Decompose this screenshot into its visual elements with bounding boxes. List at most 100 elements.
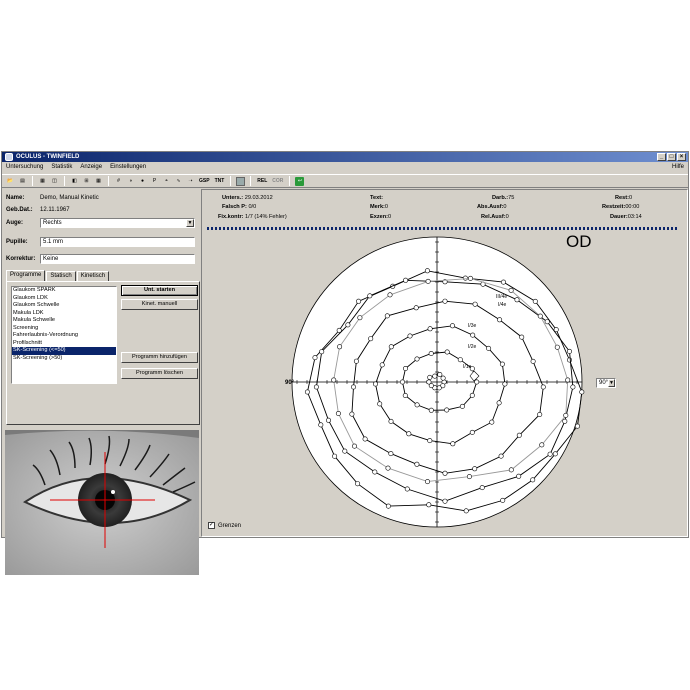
isopter-point — [514, 297, 520, 303]
menu-einstellungen[interactable]: Einstellungen — [110, 163, 146, 172]
isopter-point — [516, 473, 522, 479]
probability-icon[interactable]: P — [150, 177, 159, 186]
print-icon[interactable]: ▦ — [38, 177, 47, 186]
menu-statistik[interactable]: Statistik — [51, 163, 72, 172]
gsp-button[interactable]: GSP — [198, 177, 211, 186]
print-preview-icon[interactable]: ◫ — [50, 177, 59, 186]
eye-shape-icon[interactable]: ◓ — [162, 177, 171, 186]
eye-select[interactable]: Rechts ▼ — [40, 218, 195, 228]
toolbar: 📂 ▤ ▦ ◫ ◧ ⊞ ▦ # ◑ ● P ◓ ∿ ➝ GSP TNT REL … — [2, 174, 688, 188]
menu-anzeige[interactable]: Anzeige — [80, 163, 102, 172]
open-folder-icon[interactable]: 📂 — [6, 177, 15, 186]
pupil-field[interactable]: 5.1 mm — [40, 237, 195, 247]
isopter-point — [579, 389, 585, 395]
isopter-point — [457, 357, 463, 363]
angle-select[interactable]: 90° ▼ — [596, 378, 616, 388]
correction-field[interactable]: Keine — [40, 254, 195, 264]
isopter-point — [532, 298, 538, 304]
isopter-point — [566, 357, 572, 363]
chevron-down-icon[interactable]: ▼ — [186, 219, 194, 227]
patient-dob: 12.11.1967 — [40, 207, 70, 213]
isopter-point — [377, 401, 383, 407]
isopter-point — [502, 381, 508, 387]
camera-icon[interactable] — [236, 176, 246, 186]
isopter-point — [318, 422, 324, 428]
list-item[interactable]: Glaukom SPARK — [12, 287, 116, 295]
isopter-point — [450, 323, 456, 329]
isopter-point — [362, 436, 368, 442]
grenzen-checkbox[interactable]: ✓ — [208, 522, 215, 529]
isopter-point — [413, 305, 419, 311]
list-item[interactable]: SK-Screening (>50) — [12, 355, 116, 363]
isopter-point — [337, 344, 343, 350]
isopter-point — [356, 298, 362, 304]
list-item[interactable]: Fahrerlaubnis-Verordnung — [12, 332, 116, 340]
isopter-point — [486, 345, 492, 351]
isopter-point — [459, 403, 465, 409]
chevron-down-icon[interactable]: ▼ — [608, 379, 615, 387]
close-button[interactable]: × — [677, 153, 686, 161]
isopter-point — [372, 469, 378, 475]
exit-icon[interactable]: ↩ — [295, 176, 305, 186]
list-item[interactable]: Makula LDK — [12, 310, 116, 318]
grayscale-icon[interactable]: ● — [138, 177, 147, 186]
correction-value: Keine — [43, 256, 59, 262]
isopter-point — [353, 358, 359, 364]
title-bar: OCULUS - TWINFIELD _ □ × — [2, 152, 688, 162]
isopter-point — [424, 268, 430, 274]
isopter-point — [384, 313, 390, 319]
isopter-point — [427, 438, 433, 444]
isopter-point — [332, 453, 338, 459]
isopter-point — [508, 467, 514, 473]
color-map-icon[interactable]: ◑ — [126, 177, 135, 186]
isopter-point — [385, 503, 391, 509]
isopter-point — [402, 393, 408, 399]
numeric-values-icon[interactable]: # — [114, 177, 123, 186]
rel-button[interactable]: REL — [256, 177, 268, 186]
list-item[interactable]: Glaukom LDK — [12, 295, 116, 303]
isopter-label: I/3e — [468, 323, 477, 329]
grenzen-toggle[interactable]: ✓ Grenzen — [208, 522, 241, 529]
isopter-point — [414, 402, 420, 408]
kinetic-manual-button[interactable]: Kinet. manuell — [121, 299, 198, 310]
list-item[interactable]: Glaukom Schwelle — [12, 302, 116, 310]
isopter-point — [462, 275, 468, 281]
start-exam-button[interactable]: Unt. starten — [121, 285, 198, 296]
list-item[interactable]: Screening — [12, 325, 116, 333]
isopter-label: III/4e — [496, 294, 507, 300]
eye-camera-image — [5, 430, 199, 575]
isopter-point — [463, 508, 469, 514]
delete-program-button[interactable]: Programm löschen — [121, 368, 198, 379]
grid-icon[interactable]: ▦ — [94, 177, 103, 186]
isopter-point — [407, 333, 413, 339]
menu-untersuchung[interactable]: Untersuchung — [6, 163, 43, 172]
maximize-button[interactable]: □ — [667, 153, 676, 161]
list-item[interactable]: Makula Schwelle — [12, 317, 116, 325]
minimize-button[interactable]: _ — [657, 153, 666, 161]
program-list[interactable]: Glaukom SPARK Glaukom LDK Glaukom Schwel… — [11, 286, 117, 384]
list-item[interactable]: Profilschnitt — [12, 340, 116, 348]
tnt-button[interactable]: TNT — [214, 177, 226, 186]
curve-icon[interactable]: ∿ — [174, 177, 183, 186]
cor-button[interactable]: COR — [271, 177, 284, 186]
menu-hilfe[interactable]: Hilfe — [672, 163, 684, 172]
add-program-button[interactable]: Programm hinzufügen — [121, 352, 198, 363]
pupil-label: Pupille: — [6, 239, 28, 245]
list-item-selected[interactable]: SK-Screening (<=50) — [12, 347, 116, 355]
save-icon[interactable]: ▤ — [18, 177, 27, 186]
isopter-label: I/1e — [463, 364, 472, 370]
isopter-point — [496, 400, 502, 406]
isopter-label: I/2e — [468, 344, 477, 350]
tab-programme[interactable]: Programme — [6, 270, 46, 281]
arrow-icon[interactable]: ➝ — [186, 177, 195, 186]
isopter-point — [442, 498, 448, 504]
name-label: Name: — [6, 195, 25, 201]
isopter-point — [388, 451, 394, 457]
isopter-label: I/4e — [498, 302, 507, 308]
split-view-icon[interactable]: ◧ — [70, 177, 79, 186]
graph-icon[interactable]: ⊞ — [82, 177, 91, 186]
isopter-point — [444, 407, 450, 413]
isopter-point — [500, 279, 506, 285]
tab-statisch[interactable]: Statisch — [46, 271, 76, 281]
tab-kinetisch[interactable]: Kinetisch — [76, 271, 110, 281]
